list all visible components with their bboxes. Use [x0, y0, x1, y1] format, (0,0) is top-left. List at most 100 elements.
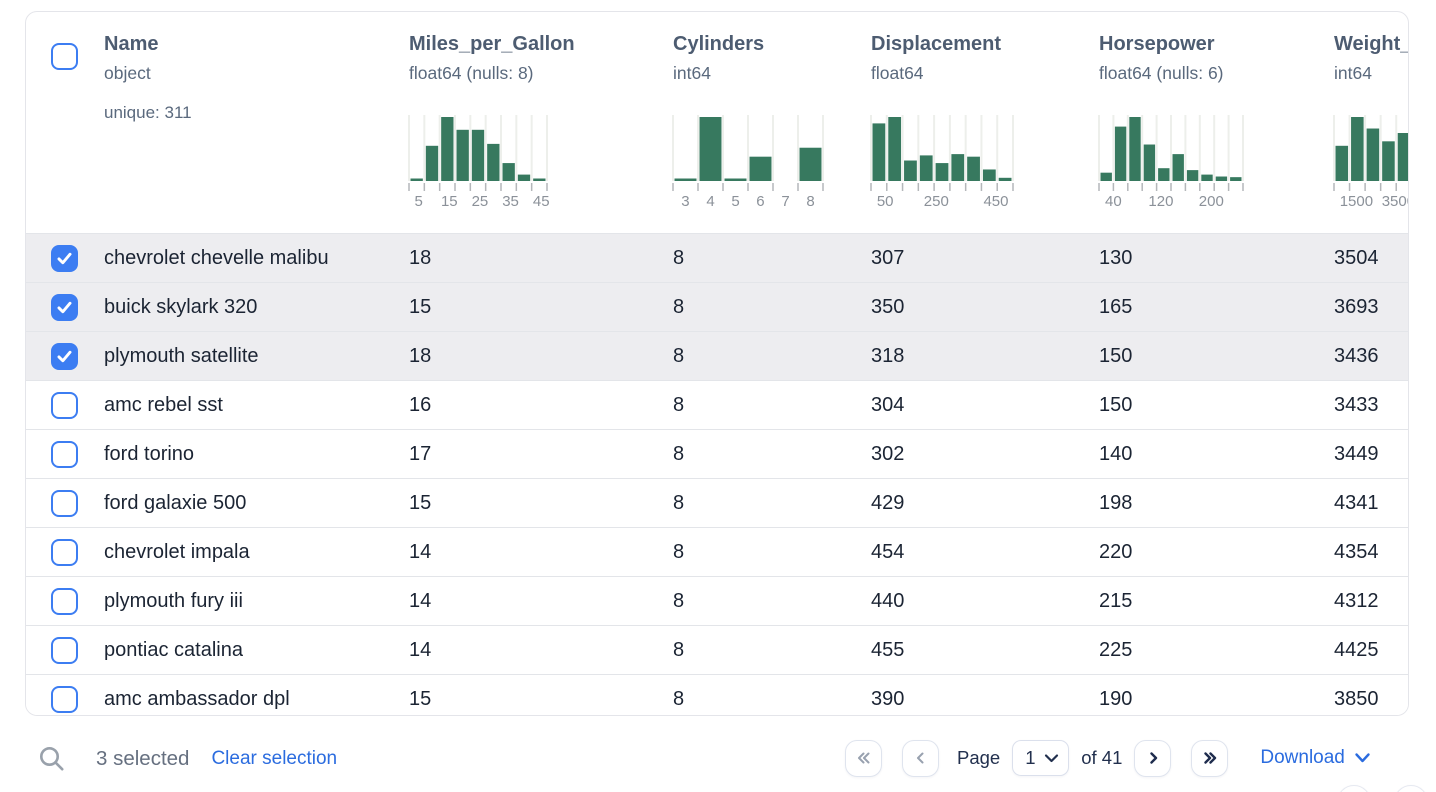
select-all-checkbox[interactable]: [51, 43, 78, 70]
column-header-name: Nameobjectunique: 311: [104, 12, 409, 233]
table-row[interactable]: amc rebel sst1683041503433: [26, 380, 1409, 429]
row-checkbox-cell: [26, 490, 104, 517]
chevron-left-icon: [913, 750, 929, 766]
row-checkbox[interactable]: [51, 637, 78, 664]
column-title: Name: [104, 32, 409, 56]
chevron-down-icon: [1044, 753, 1059, 764]
column-title: Horsepower: [1099, 32, 1334, 56]
row-checkbox[interactable]: [51, 441, 78, 468]
row-checkbox[interactable]: [51, 343, 78, 370]
row-checkbox[interactable]: [51, 539, 78, 566]
histogram-hp: 40120200: [1099, 115, 1243, 209]
column-header-cyl: Cylindersint64345678: [673, 12, 871, 233]
cell-disp: 390: [871, 688, 1099, 711]
row-checkbox[interactable]: [51, 686, 78, 713]
bottom-edge-button-1[interactable]: [1337, 785, 1371, 792]
search-icon[interactable]: [38, 745, 66, 773]
column-title: Displacement: [871, 32, 1099, 56]
cell-hp: 150: [1099, 394, 1334, 417]
column-dtype: int64: [1334, 63, 1409, 84]
histogram-weight: 15003500: [1334, 115, 1409, 209]
select-all-cell: [26, 12, 104, 233]
first-page-button[interactable]: [845, 740, 882, 777]
bottom-edge-button-2[interactable]: [1394, 785, 1428, 792]
cell-cyl: 8: [673, 247, 871, 270]
column-title: Weight_in_lbs: [1334, 32, 1409, 56]
last-page-button[interactable]: [1191, 740, 1228, 777]
cell-weight: 4425: [1334, 639, 1409, 662]
row-checkbox[interactable]: [51, 588, 78, 615]
svg-text:35: 35: [502, 193, 519, 210]
cell-mpg: 14: [409, 590, 673, 613]
svg-text:40: 40: [1105, 193, 1122, 210]
cell-disp: 454: [871, 541, 1099, 564]
table-row[interactable]: chevrolet chevelle malibu1883071303504: [26, 233, 1409, 282]
svg-text:50: 50: [877, 193, 894, 210]
chevron-right-icon: [1145, 750, 1161, 766]
next-page-button[interactable]: [1134, 740, 1171, 777]
cell-hp: 150: [1099, 345, 1334, 368]
table-row[interactable]: buick skylark 3201583501653693: [26, 282, 1409, 331]
cell-weight: 3850: [1334, 688, 1409, 711]
cell-name: pontiac catalina: [104, 639, 409, 662]
svg-text:1500: 1500: [1340, 193, 1373, 210]
cell-name: ford torino: [104, 443, 409, 466]
cell-weight: 3504: [1334, 247, 1409, 270]
cell-weight: 3433: [1334, 394, 1409, 417]
page-select[interactable]: 1: [1012, 740, 1069, 776]
cell-mpg: 18: [409, 345, 673, 368]
cell-name: amc rebel sst: [104, 394, 409, 417]
row-checkbox[interactable]: [51, 294, 78, 321]
cell-disp: 455: [871, 639, 1099, 662]
table-row[interactable]: pontiac catalina1484552254425: [26, 625, 1409, 674]
svg-text:450: 450: [983, 193, 1008, 210]
page-count-label: of 41: [1081, 747, 1122, 769]
pagination: Page 1 of 41 Download: [845, 739, 1371, 777]
cell-disp: 304: [871, 394, 1099, 417]
column-header-hp: Horsepowerfloat64 (nulls: 6)40120200: [1099, 12, 1334, 233]
cell-mpg: 17: [409, 443, 673, 466]
download-button[interactable]: Download: [1260, 747, 1371, 769]
histogram-cyl: 345678: [673, 115, 823, 209]
row-checkbox-cell: [26, 343, 104, 370]
cell-name: ford galaxie 500: [104, 492, 409, 515]
row-checkbox-cell: [26, 294, 104, 321]
cell-disp: 429: [871, 492, 1099, 515]
row-checkbox[interactable]: [51, 392, 78, 419]
row-checkbox[interactable]: [51, 245, 78, 272]
clear-selection-link[interactable]: Clear selection: [211, 748, 337, 770]
data-table-widget: Nameobjectunique: 311Miles_per_Gallonflo…: [0, 0, 1436, 792]
cell-hp: 198: [1099, 492, 1334, 515]
row-checkbox-cell: [26, 539, 104, 566]
cell-weight: 4312: [1334, 590, 1409, 613]
cell-mpg: 15: [409, 492, 673, 515]
table-row[interactable]: plymouth fury iii1484402154312: [26, 576, 1409, 625]
double-chevron-left-icon: [856, 750, 872, 766]
svg-text:5: 5: [414, 193, 422, 210]
table-body: chevrolet chevelle malibu1883071303504bu…: [26, 233, 1408, 716]
checkmark-icon: [53, 296, 76, 319]
svg-text:15: 15: [441, 193, 458, 210]
column-title: Miles_per_Gallon: [409, 32, 673, 56]
cell-weight: 4341: [1334, 492, 1409, 515]
svg-text:8: 8: [806, 193, 814, 210]
prev-page-button[interactable]: [902, 740, 939, 777]
table-row[interactable]: ford galaxie 5001584291984341: [26, 478, 1409, 527]
column-unique-count: unique: 311: [104, 103, 409, 123]
column-title: Cylinders: [673, 32, 871, 56]
column-dtype: float64 (nulls: 8): [409, 63, 673, 84]
cell-weight: 3436: [1334, 345, 1409, 368]
table-row[interactable]: amc ambassador dpl1583901903850: [26, 674, 1409, 716]
cell-mpg: 18: [409, 247, 673, 270]
cell-weight: 4354: [1334, 541, 1409, 564]
row-checkbox[interactable]: [51, 490, 78, 517]
double-chevron-right-icon: [1202, 750, 1218, 766]
cell-hp: 220: [1099, 541, 1334, 564]
table-row[interactable]: plymouth satellite1883181503436: [26, 331, 1409, 380]
table-row[interactable]: ford torino1783021403449: [26, 429, 1409, 478]
svg-text:5: 5: [731, 193, 739, 210]
cell-name: amc ambassador dpl: [104, 688, 409, 711]
cell-mpg: 15: [409, 688, 673, 711]
table-row[interactable]: chevrolet impala1484542204354: [26, 527, 1409, 576]
column-dtype: float64: [871, 63, 1099, 84]
